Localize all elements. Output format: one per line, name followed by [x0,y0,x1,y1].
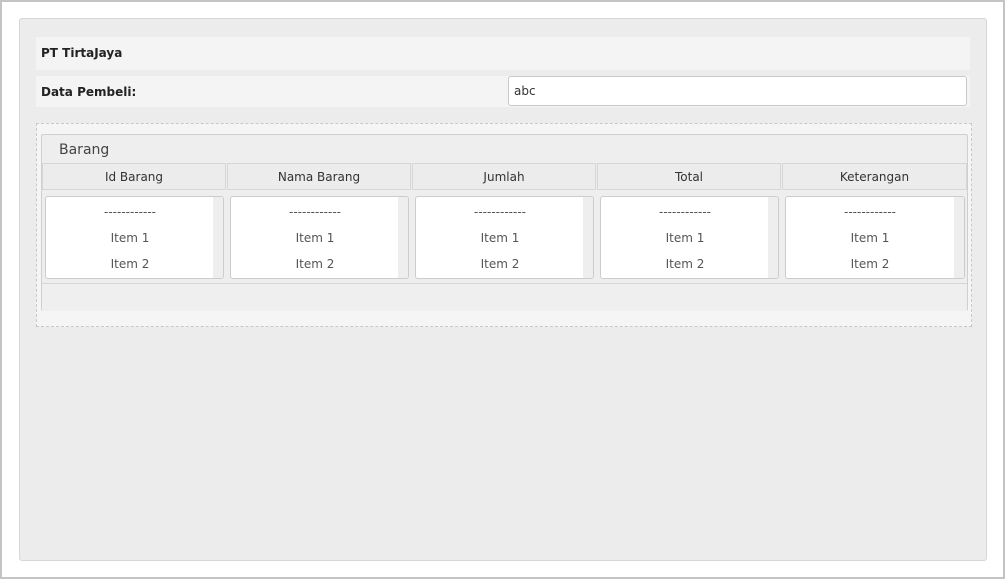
list-option[interactable]: Item 1 [601,231,769,245]
listbox-scrollbar[interactable] [398,197,408,278]
list-option[interactable]: Item 2 [46,257,214,271]
list-option[interactable]: Item 2 [231,257,399,271]
listbox-id-barang[interactable]: ------------ Item 1 Item 2 [45,196,224,279]
listbox-jumlah[interactable]: ------------ Item 1 Item 2 [415,196,594,279]
list-option[interactable]: Item 2 [416,257,584,271]
listbox-scrollbar[interactable] [213,197,223,278]
column-header-id-barang: Id Barang [42,163,226,190]
list-option-placeholder[interactable]: ------------ [786,205,954,219]
column-header-jumlah: Jumlah [412,163,596,190]
list-option[interactable]: Item 2 [601,257,769,271]
barang-container: Barang Id Barang Nama Barang Jumlah Tota… [36,123,972,327]
company-header: PT TirtaJaya [36,37,970,70]
listbox-keterangan[interactable]: ------------ Item 1 Item 2 [785,196,965,279]
list-option-placeholder[interactable]: ------------ [46,205,214,219]
list-option[interactable]: Item 1 [416,231,584,245]
listbox-scrollbar[interactable] [954,197,964,278]
list-option[interactable]: Item 1 [231,231,399,245]
barang-fieldset: Barang Id Barang Nama Barang Jumlah Tota… [41,134,968,311]
barang-header-row: Id Barang Nama Barang Jumlah Total Keter… [42,163,967,190]
column-header-keterangan: Keterangan [782,163,967,190]
barang-legend: Barang [59,142,110,158]
list-option-placeholder[interactable]: ------------ [416,205,584,219]
listbox-scrollbar[interactable] [768,197,778,278]
app-window: PT TirtaJaya Data Pembeli: Barang Id Bar… [0,0,1005,579]
buyer-label: Data Pembeli: [41,85,137,99]
listbox-scrollbar[interactable] [583,197,593,278]
list-option[interactable]: Item 1 [786,231,954,245]
column-header-nama-barang: Nama Barang [227,163,411,190]
barang-footer [42,283,967,311]
listbox-total[interactable]: ------------ Item 1 Item 2 [600,196,779,279]
list-option[interactable]: Item 1 [46,231,214,245]
company-title: PT TirtaJaya [41,46,123,60]
list-option-placeholder[interactable]: ------------ [231,205,399,219]
main-panel: PT TirtaJaya Data Pembeli: Barang Id Bar… [19,18,987,561]
buyer-row: Data Pembeli: [36,76,970,107]
listbox-nama-barang[interactable]: ------------ Item 1 Item 2 [230,196,409,279]
list-option[interactable]: Item 2 [786,257,954,271]
barang-lists: ------------ Item 1 Item 2 ------------ … [45,196,966,280]
column-header-total: Total [597,163,781,190]
buyer-input[interactable] [508,76,967,106]
list-option-placeholder[interactable]: ------------ [601,205,769,219]
